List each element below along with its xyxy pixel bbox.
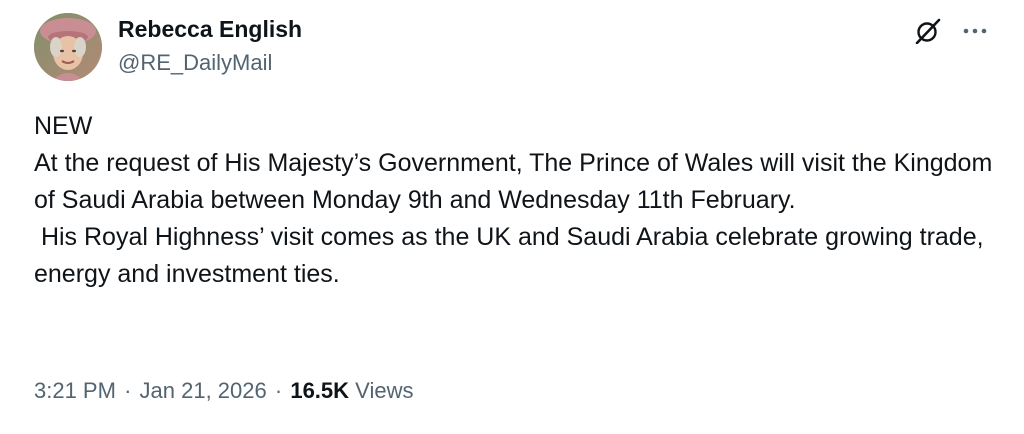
author-info: Rebecca English @RE_DailyMail <box>118 14 302 78</box>
meta-separator: · <box>124 378 132 403</box>
tweet-text: NEW At the request of His Majesty’s Gove… <box>34 112 993 288</box>
views-count[interactable]: 16.5K <box>290 378 349 403</box>
more-options-icon[interactable] <box>960 22 990 40</box>
tweet-time[interactable]: 3:21 PM <box>34 378 116 403</box>
grok-icon[interactable] <box>915 18 941 45</box>
tweet-card: Rebecca English @RE_DailyMail NEW At the… <box>0 0 1024 434</box>
author-display-name[interactable]: Rebecca English <box>118 14 302 44</box>
views-label[interactable]: Views <box>355 378 413 403</box>
avatar[interactable] <box>34 13 102 81</box>
tweet-metadata: 3:21 PM · Jan 21, 2026 · 16.5K Views <box>34 376 413 406</box>
tweet-date[interactable]: Jan 21, 2026 <box>140 378 267 403</box>
author-handle[interactable]: @RE_DailyMail <box>118 48 302 78</box>
avatar-image <box>34 13 102 81</box>
meta-separator: · <box>274 378 283 403</box>
